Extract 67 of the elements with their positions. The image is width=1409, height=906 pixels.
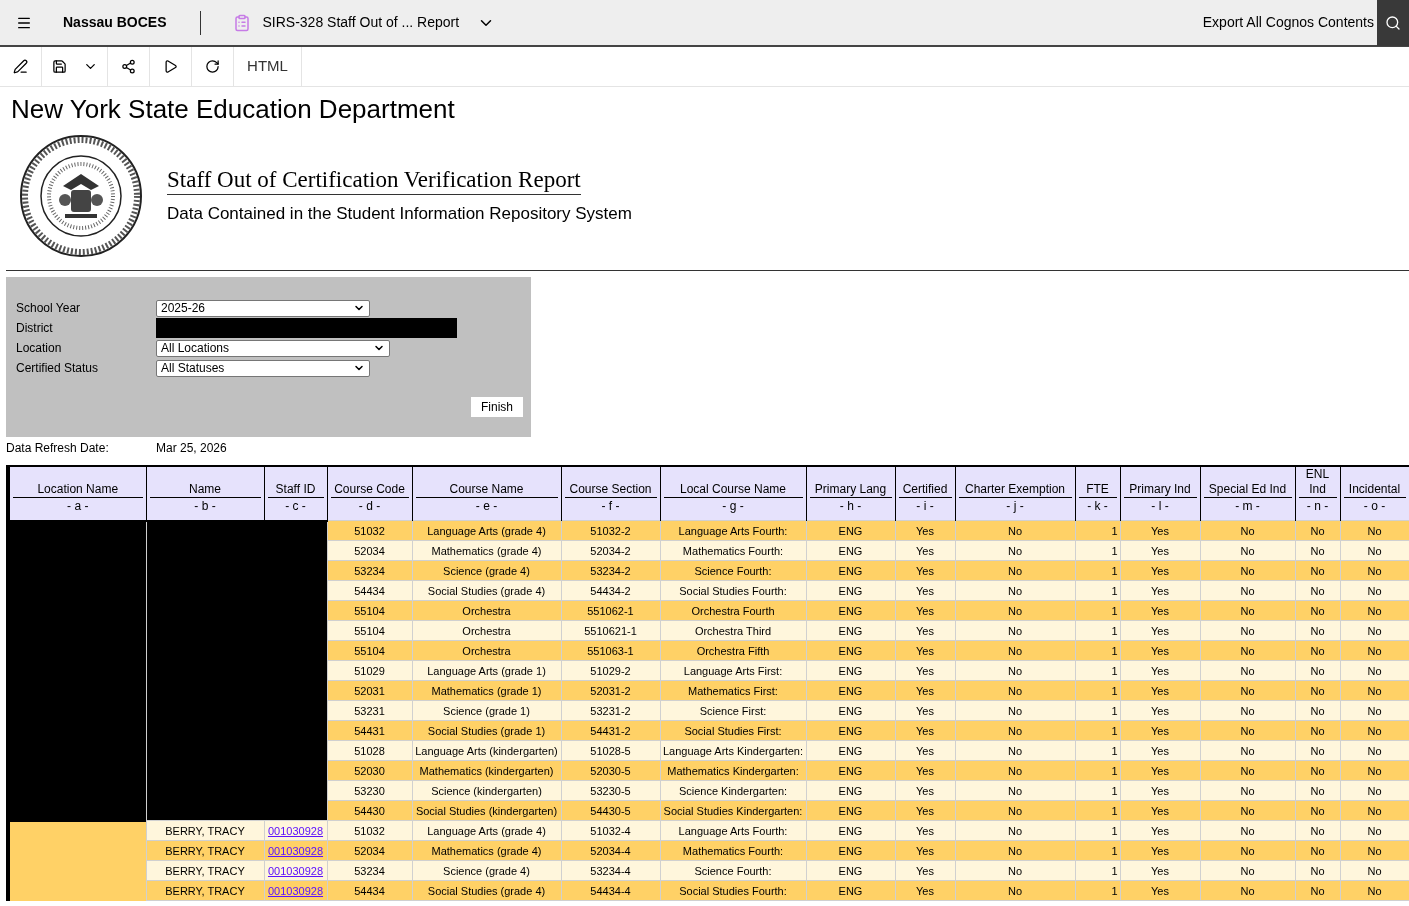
table-cell: 54434 <box>327 580 412 601</box>
dropdown-field[interactable]: All Statuses <box>156 359 370 377</box>
report-icon <box>233 13 252 32</box>
column-header: FTE - k - <box>1075 466 1120 521</box>
filter-label: Location <box>16 340 63 357</box>
column-header: Local Course Name - g - <box>660 466 806 521</box>
search-icon <box>1385 14 1401 31</box>
search-button[interactable] <box>1377 0 1409 46</box>
column-header: Course Code - d - <box>327 466 412 521</box>
save-icon[interactable] <box>51 59 67 74</box>
org-name: Nassau BOCES <box>63 13 167 32</box>
table-cell: No <box>955 520 1075 541</box>
table-cell: 52030 <box>327 760 412 781</box>
dropdown-field[interactable]: All Locations <box>156 339 390 357</box>
column-header: Name - b - <box>146 466 264 521</box>
table-cell: BERRY, TRACY <box>146 820 264 841</box>
table-cell: Language Arts Fourth: <box>660 520 806 541</box>
refresh-icon[interactable] <box>205 59 220 74</box>
table-cell: 51032 <box>327 520 412 541</box>
table-cell: No <box>1295 520 1340 541</box>
dropdown-field[interactable]: 2025-26 <box>156 299 370 317</box>
agency-title: New York State Education Department <box>11 93 456 125</box>
table-cell: ENG <box>806 520 895 541</box>
table-cell: Language Arts (grade 4) <box>412 520 561 541</box>
column-header: Course Section - f - <box>561 466 660 521</box>
column-header: Primary Ind - l - <box>1120 466 1200 521</box>
column-header: Charter Exemption - j - <box>955 466 1075 521</box>
column-header: Primary Lang - h - <box>806 466 895 521</box>
column-header: Staff ID - c - <box>264 466 327 521</box>
table-cell: 53230 <box>327 780 412 801</box>
share-icon[interactable] <box>121 59 136 74</box>
format-label[interactable]: HTML <box>247 55 288 78</box>
table-cell: 53234 <box>327 560 412 581</box>
filter-label: Certified Status <box>16 360 100 377</box>
export-link[interactable]: Export All Cognos Contents <box>1202 12 1374 33</box>
table-cell: Yes <box>895 520 955 541</box>
table-cell: 54430 <box>327 800 412 821</box>
run-icon[interactable] <box>163 59 178 74</box>
table-cell: 55104 <box>327 620 412 641</box>
report-subtitle: Data Contained in the Student Information Repository System <box>167 202 632 225</box>
column-header: Course Name - e - <box>412 466 561 521</box>
refresh-date: Mar 25, 2026 <box>156 440 227 457</box>
column-header: Incidental - o - <box>1340 466 1409 521</box>
edit-icon[interactable] <box>13 59 28 74</box>
column-header: Special Ed Ind - m - <box>1200 466 1295 521</box>
table-cell: 52031 <box>327 680 412 701</box>
table-cell: 51029 <box>327 660 412 681</box>
column-header: Location Name - a - <box>8 466 146 521</box>
report-name: Staff Out of Certification Verification Report <box>167 165 581 195</box>
table-cell: Yes <box>1120 520 1200 541</box>
table-cell: 54431 <box>327 720 412 741</box>
table-cell: 53231 <box>327 700 412 721</box>
table-cell: No <box>1340 520 1409 541</box>
table-cell: 51032-2 <box>561 520 660 541</box>
table-cell: 55104 <box>327 600 412 621</box>
finish-button[interactable]: Finish <box>471 397 523 417</box>
column-header: Certified - i - <box>895 466 955 521</box>
table-cell: 1 <box>1075 520 1120 541</box>
table-cell: 52034 <box>327 540 412 561</box>
filter-label: District <box>16 320 54 337</box>
table-cell: No <box>1200 520 1295 541</box>
filter-label: School Year <box>16 300 82 317</box>
report-title: SIRS-328 Staff Out of ... Report <box>262 13 460 32</box>
column-header: ENL Ind - n - <box>1295 466 1340 521</box>
refresh-label: Data Refresh Date: <box>6 440 110 457</box>
table-cell: 55104 <box>327 640 412 661</box>
table-cell: 51028 <box>327 740 412 761</box>
